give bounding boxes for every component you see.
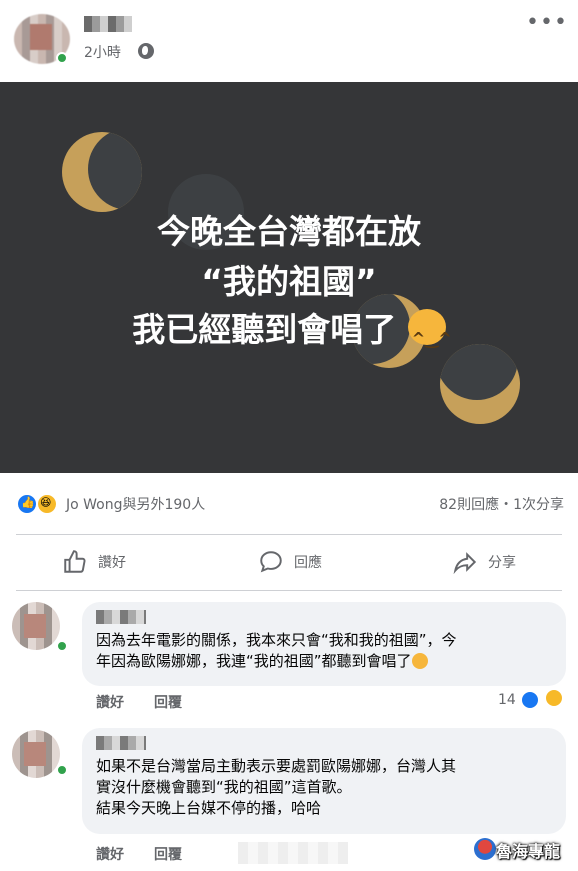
haha-reaction-icon	[544, 688, 564, 708]
comment-button-label: 回應	[294, 555, 322, 571]
comment-reaction-count[interactable]: 14	[498, 692, 516, 708]
comment-text: 如果不是台灣當局主動表示要處罰歐陽娜娜，台灣人其 實沒什麼機會聽到“我的祖國”這…	[96, 756, 552, 819]
comment-bubble-icon	[258, 549, 284, 575]
post-header: 2小時 •••	[0, 0, 578, 82]
like-button-label: 讚好	[98, 555, 126, 571]
like-reaction-icon[interactable]	[16, 493, 38, 515]
comment-text: 因為去年電影的關係，我本來只會“我和我的祖國”，今 年因為歐陽娜娜，我連“我的祖…	[96, 630, 552, 672]
comment-like-button[interactable]: 讚好	[96, 844, 124, 864]
divider-bottom	[16, 590, 562, 591]
comment-button[interactable]: 回應	[258, 548, 322, 576]
globe-icon	[138, 43, 154, 59]
share-button[interactable]: 分享	[452, 548, 516, 576]
comment-share-stats[interactable]: 82則回應・1次分享	[439, 494, 564, 514]
comment-actions: 讚好 回覆	[96, 844, 182, 864]
share-arrow-icon	[452, 549, 478, 575]
post-image[interactable]: 今晚全台灣都在放 “我的祖國” 我已經聽到會唱了	[0, 82, 578, 473]
comment-text-line-2: 實沒什麼機會聽到“我的祖國”這首歌。	[96, 778, 352, 796]
comment-text-line-3: 結果今天晚上台媒不停的播，哈哈	[96, 799, 322, 817]
comment-reply-button[interactable]: 回覆	[154, 844, 182, 864]
comment-text-line-2: 年因為歐陽娜娜，我連“我的祖國”都聽到會唱了	[96, 651, 552, 672]
crescent-moon-1	[62, 132, 142, 212]
share-button-label: 分享	[488, 555, 516, 571]
post-actions: 讚好 回應 分享	[0, 538, 578, 586]
like-button[interactable]: 讚好	[62, 548, 126, 576]
commenter-name-blurred[interactable]	[96, 736, 146, 750]
grinning-cat-emoji	[407, 309, 452, 363]
online-status-dot	[56, 52, 68, 64]
divider-top	[16, 534, 562, 535]
reaction-names[interactable]: Jo Wong與另外190人	[66, 494, 205, 514]
thumbs-up-icon	[62, 549, 88, 575]
image-text-line-2: “我的祖國”	[201, 262, 377, 301]
blurred-content	[238, 842, 348, 864]
comment-1: 因為去年電影的關係，我本來只會“我和我的祖國”，今 年因為歐陽娜娜，我連“我的祖…	[0, 600, 578, 712]
comment-text-line-1: 如果不是台灣當局主動表示要處罰歐陽娜娜，台灣人其	[96, 757, 457, 775]
haha-reaction-icon[interactable]	[36, 493, 58, 515]
comment-like-button[interactable]: 讚好	[96, 692, 124, 712]
comment-reply-button[interactable]: 回覆	[154, 692, 182, 712]
post-time[interactable]: 2小時	[84, 42, 121, 62]
comment-bubble: 因為去年電影的關係，我本來只會“我和我的祖國”，今 年因為歐陽娜娜，我連“我的祖…	[82, 602, 566, 686]
grinning-cat-emoji	[411, 653, 428, 669]
online-status-dot	[56, 764, 68, 776]
online-status-dot	[56, 640, 68, 652]
crescent-moon-4	[440, 344, 520, 424]
commenter-name-blurred[interactable]	[96, 610, 146, 624]
commenter-avatar[interactable]	[12, 602, 60, 650]
commenter-avatar[interactable]	[12, 730, 60, 778]
comment-actions: 讚好 回覆	[96, 692, 182, 712]
image-text-line-3-text: 我已經聽到會唱了	[132, 310, 397, 349]
like-reaction-icon	[520, 690, 540, 710]
comment-text-line-1: 因為去年電影的關係，我本來只會“我和我的祖國”，今	[96, 631, 457, 649]
comment-text-line-2-text: 年因為歐陽娜娜，我連“我的祖國”都聽到會唱了	[96, 652, 412, 670]
reactions-summary: Jo Wong與另外190人 82則回應・1次分享	[0, 473, 578, 531]
author-name-blurred[interactable]	[84, 16, 132, 32]
image-text-line-1: 今晚全台灣都在放	[157, 212, 421, 251]
comment-bubble: 如果不是台灣當局主動表示要處罰歐陽娜娜，台灣人其 實沒什麼機會聽到“我的祖國”這…	[82, 728, 566, 834]
image-text-line-3: 我已經聽到會唱了	[0, 306, 578, 363]
watermark-logo	[474, 838, 496, 860]
more-options-icon[interactable]: •••	[526, 10, 568, 35]
watermark-text: 魯海專龍	[496, 842, 561, 861]
